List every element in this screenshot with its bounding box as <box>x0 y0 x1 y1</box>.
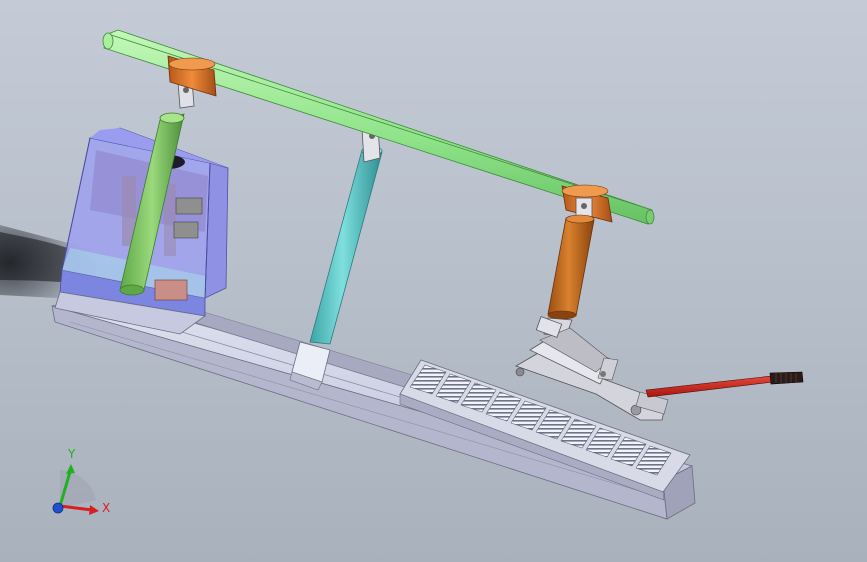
triad-y-label: Y <box>67 447 76 461</box>
assembly-model[interactable] <box>0 0 867 562</box>
reference-triad: Y X <box>52 447 110 515</box>
center-support-post[interactable] <box>289 125 383 391</box>
triad-x-label: X <box>102 501 110 515</box>
base-rail[interactable] <box>51 295 696 520</box>
right-hydraulic-cylinder[interactable] <box>543 197 595 337</box>
triad-x-axis <box>59 504 99 515</box>
3d-model-viewport[interactable]: Y X <box>0 0 867 562</box>
jack-handle[interactable] <box>645 371 804 398</box>
triad-z-axis <box>52 502 64 514</box>
